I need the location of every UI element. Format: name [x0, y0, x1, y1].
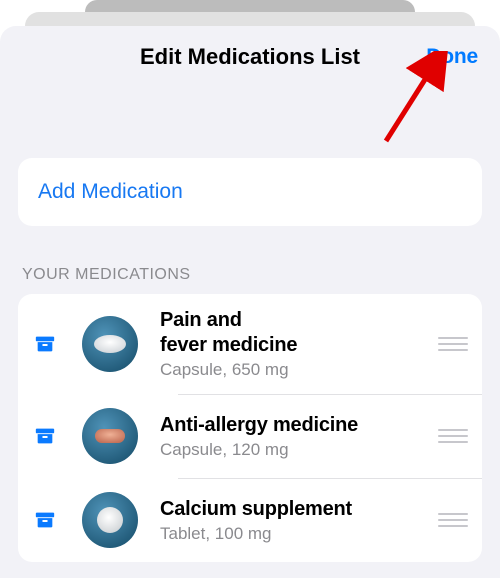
- done-button[interactable]: Done: [426, 45, 478, 69]
- medication-name: Calcium supplement: [160, 497, 428, 522]
- medication-name: Pain andfever medicine: [160, 308, 428, 358]
- section-header-your-medications: YOUR MEDICATIONS: [18, 266, 482, 294]
- medication-name: Anti-allergy medicine: [160, 413, 428, 438]
- medication-row: Anti-allergy medicine Capsule, 120 mg: [18, 394, 482, 478]
- content: Add Medication YOUR MEDICATIONS: [0, 88, 500, 562]
- medication-text: Anti-allergy medicine Capsule, 120 mg: [160, 413, 428, 460]
- archive-icon[interactable]: [34, 425, 56, 447]
- add-medication-button[interactable]: Add Medication: [18, 158, 482, 226]
- medication-details: Capsule, 120 mg: [160, 440, 428, 460]
- medication-icon: [82, 316, 138, 372]
- medication-details: Capsule, 650 mg: [160, 360, 428, 380]
- edit-sheet: Edit Medications List Done Add Medicatio…: [0, 26, 500, 578]
- medication-row: Pain andfever medicine Capsule, 650 mg: [18, 294, 482, 394]
- medication-icon: [82, 492, 138, 548]
- medications-list: Pain andfever medicine Capsule, 650 mg: [18, 294, 482, 562]
- medication-text: Calcium supplement Tablet, 100 mg: [160, 497, 428, 544]
- add-medication-label: Add Medication: [38, 180, 183, 203]
- medication-details: Tablet, 100 mg: [160, 524, 428, 544]
- medication-icon: [82, 408, 138, 464]
- drag-handle-icon[interactable]: [438, 335, 468, 353]
- archive-icon[interactable]: [34, 509, 56, 531]
- sheet-header: Edit Medications List Done: [0, 26, 500, 88]
- medication-row: Calcium supplement Tablet, 100 mg: [18, 478, 482, 562]
- archive-icon[interactable]: [34, 333, 56, 355]
- medication-text: Pain andfever medicine Capsule, 650 mg: [160, 308, 428, 380]
- page-title: Edit Medications List: [140, 44, 360, 70]
- drag-handle-icon[interactable]: [438, 511, 468, 529]
- drag-handle-icon[interactable]: [438, 427, 468, 445]
